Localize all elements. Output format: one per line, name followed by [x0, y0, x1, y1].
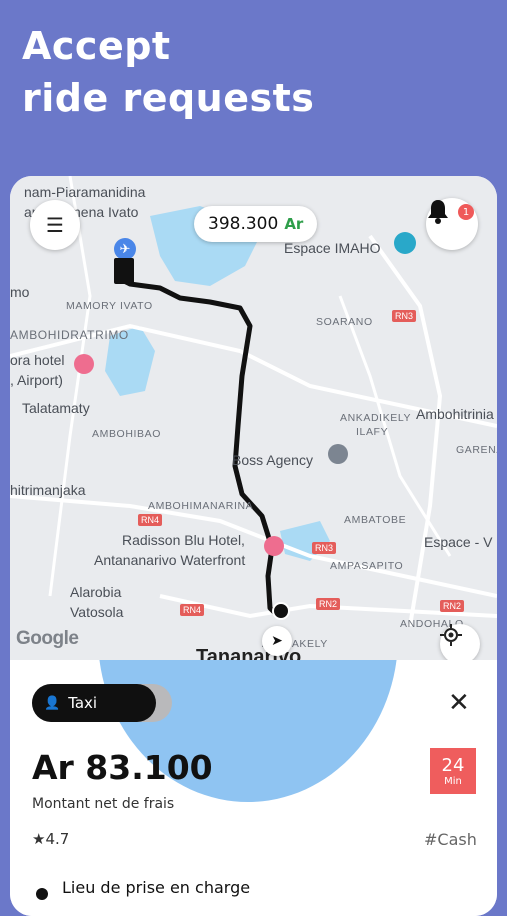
road-tag: RN3	[392, 310, 417, 322]
navigate-button[interactable]: ➤	[262, 626, 292, 656]
map-label: ora hotel	[10, 352, 65, 368]
map-view[interactable]: nam-Piaramanidina am-Pirenena Ivato Espa…	[10, 176, 497, 660]
rating-value: 4.7	[45, 830, 70, 848]
road-tag: RN2	[440, 600, 465, 612]
price-note: Montant net de frais	[32, 796, 175, 812]
eta-value: 24	[441, 754, 465, 776]
map-label: Alarobia	[70, 584, 122, 600]
bell-icon	[428, 200, 448, 224]
map-label: hitrimanjaka	[10, 482, 86, 498]
map-label: MAMORY IVATO	[66, 300, 153, 312]
road-tag: RN4	[180, 604, 205, 616]
service-type-pill: 👤 Taxi	[32, 684, 172, 722]
place-pin-icon[interactable]	[328, 444, 348, 464]
map-label: nam-Piaramanidina	[24, 184, 146, 200]
map-label: , Airport)	[10, 372, 63, 388]
eta-badge: 24 Min	[430, 748, 476, 794]
road-tag: RN2	[316, 598, 341, 610]
hamburger-menu-icon: ☰	[46, 213, 64, 237]
map-label: ANKADIKELY	[340, 412, 412, 424]
close-button[interactable]: ✕	[448, 688, 470, 718]
map-label: AMPASAPITO	[330, 560, 404, 572]
balance-amount: 398.300	[208, 214, 279, 234]
map-label: GARENA	[456, 444, 497, 456]
map-label: ILAFY	[356, 426, 389, 438]
map-label: Ambohitrinia	[416, 406, 494, 422]
map-label: Boss Agency	[232, 452, 313, 468]
ride-request-sheet: 👤 Taxi ✕ Ar 83.100 Montant net de frais …	[10, 660, 497, 916]
road-tag: RN4	[138, 514, 163, 526]
headline: Accept ride requests	[22, 20, 314, 124]
menu-button[interactable]: ☰	[30, 200, 80, 250]
map-label: mo	[10, 284, 30, 300]
close-icon: ✕	[448, 688, 470, 718]
road-tag: RN3	[312, 542, 337, 554]
map-label: Espace - V	[424, 534, 493, 550]
pickup-label: Lieu de prise en charge	[62, 878, 251, 897]
star-icon: ★	[32, 830, 46, 848]
google-attribution: Google	[16, 628, 79, 649]
map-label: Vatosola	[70, 604, 124, 620]
map-label: AMBATOBE	[344, 514, 407, 526]
notifications-button[interactable]: 1	[426, 198, 478, 250]
headline-line-1: Accept	[22, 24, 171, 68]
notification-count-badge: 1	[458, 204, 474, 220]
airport-icon[interactable]: ✈	[114, 238, 136, 260]
map-label: SOARANO	[316, 316, 373, 328]
locate-me-button[interactable]	[440, 624, 480, 660]
pickup-dot-icon	[36, 888, 48, 900]
wallet-balance[interactable]: 398.300 Ar	[194, 206, 318, 242]
end-marker-icon	[272, 602, 290, 620]
person-icon: 👤	[44, 695, 61, 711]
park-pin-icon[interactable]	[394, 232, 416, 254]
ride-price: Ar 83.100	[32, 748, 213, 787]
hotel-pin-icon[interactable]	[74, 354, 94, 374]
hotel-pin-icon[interactable]	[264, 536, 284, 556]
eta-unit: Min	[444, 775, 462, 787]
crosshair-icon	[440, 624, 462, 646]
start-marker-icon	[114, 258, 134, 284]
map-label: Espace IMAHO	[284, 240, 381, 256]
map-label: Antananarivo Waterfront	[94, 552, 246, 568]
service-type-label: Taxi	[68, 694, 98, 712]
balance-currency: Ar	[284, 215, 304, 233]
map-label: AMBOHIDRATRIMO	[10, 328, 129, 342]
payment-method: #Cash	[424, 830, 477, 849]
phone-screen: nam-Piaramanidina am-Pirenena Ivato Espa…	[10, 176, 497, 916]
navigation-arrow-icon: ➤	[271, 633, 283, 649]
map-label: AMBOHIBAO	[92, 428, 161, 440]
map-label: Talatamaty	[22, 400, 90, 416]
map-label: AMBOHIMANARINA	[148, 500, 254, 512]
rider-rating: ★4.7	[32, 830, 69, 848]
map-label: Radisson Blu Hotel,	[122, 532, 245, 548]
headline-line-2: ride requests	[22, 76, 315, 120]
